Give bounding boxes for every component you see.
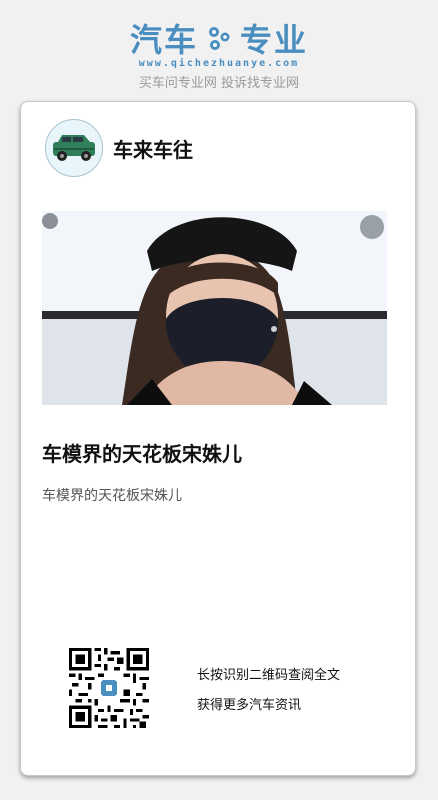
cover-image[interactable] xyxy=(42,211,387,405)
site-logo[interactable]: 汽车 专业 xyxy=(0,18,438,59)
site-header: 汽车 专业 www.qichezhuanye.com 买车问专业网 投诉找专业网 xyxy=(0,0,438,100)
car-icon xyxy=(53,135,95,161)
article-title[interactable]: 车模界的天花板宋姝儿 xyxy=(42,438,242,467)
qr-hint-line2: 获得更多汽车资讯 xyxy=(197,698,302,713)
slogan: 买车问专业网 投诉找专业网 xyxy=(138,76,300,91)
cover-photo xyxy=(42,211,387,405)
logo-text-right: 专业 xyxy=(240,21,309,59)
article-card: 车来车往 车模界的天花板宋姝儿 车模界的天花板宋姝儿 长按识别二维码查阅全文 获… xyxy=(20,101,416,776)
qr-hint-line1: 长按识别二维码查阅全文 xyxy=(197,668,341,683)
logo-url: www.qichezhuanye.com xyxy=(138,58,300,69)
avatar[interactable] xyxy=(45,119,103,177)
article-summary: 车模界的天花板宋姝儿 xyxy=(42,488,182,504)
qr-code[interactable] xyxy=(69,648,149,728)
author-name[interactable]: 车来车往 xyxy=(113,134,193,163)
logo-text-left: 汽车 xyxy=(129,21,198,59)
gear-icon xyxy=(209,27,230,50)
